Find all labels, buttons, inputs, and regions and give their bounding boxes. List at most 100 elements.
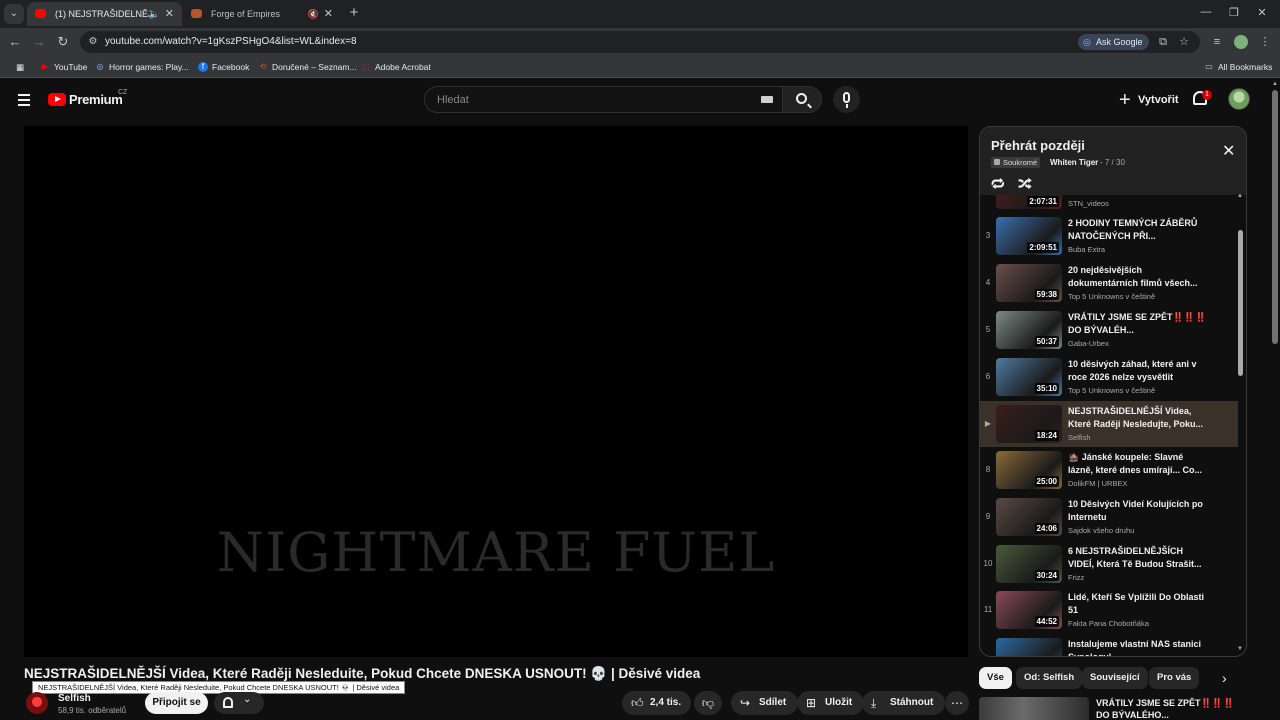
create-button[interactable]: + Vytvořit: [1116, 87, 1179, 113]
playlist-item[interactable]: 9 24:06 10 Děsivých Videí Kolujících po In…: [980, 494, 1238, 540]
apps-grid-icon[interactable]: ▦: [6, 56, 24, 78]
playlist-item-thumbnail[interactable]: 24:06: [996, 498, 1062, 536]
chip-all[interactable]: Vše: [979, 667, 1012, 689]
account-avatar[interactable]: [1228, 88, 1250, 110]
playlist-item[interactable]: 3 2:09:51 2 HODINY TEMNÝCH ZÁBĚRŮ NATOČENÝ…: [980, 213, 1238, 259]
playlist-item-title[interactable]: 2 HODINY TEMNÝCH ZÁBĚRŮ NATOČENÝCH PŘI..…: [1068, 217, 1210, 243]
tab-youtube[interactable]: (1) NEJSTRAŠIDELNĚJŠÍ Videa, Které Raděj…: [27, 2, 182, 26]
video-player[interactable]: NIGHTMARE FUEL: [24, 126, 968, 657]
playlist-item-thumbnail[interactable]: [996, 638, 1062, 656]
save-button[interactable]: ⊞ Uložit: [797, 691, 865, 715]
playlist-item-thumbnail[interactable]: 44:52: [996, 591, 1062, 629]
youtube-logo-icon[interactable]: [48, 93, 66, 106]
guide-menu-icon[interactable]: [18, 94, 30, 106]
recommended-title[interactable]: VRÁTILY JSME SE ZPĚT‼️‼️‼️ DO BÝVALÉHO..…: [1096, 697, 1236, 720]
playlist-item[interactable]: 6 35:10 10 děsivých záhad, které ani v roc…: [980, 354, 1238, 400]
playlist-item[interactable]: 8 25:00 🏚️ Jánské koupele: Slavné lázně, k…: [980, 447, 1238, 493]
playlist-scrollbar-thumb[interactable]: [1238, 230, 1243, 376]
scroll-up-arrow-icon[interactable]: ▲: [1272, 81, 1278, 87]
playlist-title[interactable]: Přehrát později: [991, 138, 1085, 153]
bookmark-youtube[interactable]: ▶ YouTube: [40, 56, 87, 78]
youtube-brand[interactable]: Premium: [69, 92, 123, 107]
chip-for-you[interactable]: Pro vás: [1149, 667, 1200, 689]
playlist-item-title[interactable]: 6 NEJSTRAŠIDELNĚJŠÍCH VIDEÍ, Která Tě Bu…: [1068, 545, 1210, 571]
close-tab-icon[interactable]: ✕: [324, 2, 333, 26]
download-button[interactable]: ⤓ Stáhnout: [862, 691, 946, 715]
playlist-owner[interactable]: Whiten Tiger: [1050, 157, 1098, 168]
speaker-icon[interactable]: 🔈: [149, 2, 160, 26]
loop-icon[interactable]: 🔁︎: [991, 173, 1005, 194]
playlist-item-title[interactable]: 10 Děsivých Videí Kolujících po Internet…: [1068, 498, 1210, 524]
restore-icon[interactable]: ❐: [1226, 6, 1242, 19]
subscription-notification-button[interactable]: ⌄: [214, 692, 264, 714]
playlist-item-title[interactable]: 10 děsivých záhad, které ani v roce 2026…: [1068, 358, 1210, 384]
chip-related[interactable]: Související: [1082, 667, 1148, 689]
bookmark-facebook[interactable]: f Facebook: [198, 56, 249, 78]
recommended-video[interactable]: VRÁTILY JSME SE ZPĚT‼️‼️‼️ DO BÝVALÉHO..…: [979, 697, 1247, 720]
playlist-item-title[interactable]: 🏚️ Jánské koupele: Slavné lázně, které d…: [1068, 451, 1210, 477]
share-button[interactable]: ↪ Sdílet: [731, 691, 799, 715]
playlist-item[interactable]: 10 30:24 6 NEJSTRAŠIDELNĚJŠÍCH VIDEÍ, Kter…: [980, 541, 1238, 587]
join-button[interactable]: Připojit se: [145, 692, 208, 714]
playlist-item-title[interactable]: VRÁTILY JSME SE ZPĚT‼️‼️‼️ DO BÝVALÉH...: [1068, 311, 1210, 337]
close-tab-icon[interactable]: ✕: [165, 2, 174, 26]
address-bar[interactable]: ⚙ youtube.com/watch?v=1gKszPSHgO4&list=W…: [80, 31, 1200, 53]
forward-icon[interactable]: →: [31, 34, 47, 50]
site-info-icon[interactable]: ⚙: [86, 35, 100, 49]
tab-media-icon[interactable]: ≡: [1210, 35, 1224, 49]
playlist-item[interactable]: ▶ 18:24 NEJSTRAŠIDELNĚJŠÍ Videa, Které Rad…: [980, 401, 1238, 447]
all-bookmarks[interactable]: ▭ All Bookmarks: [1204, 56, 1272, 78]
playlist-item-thumbnail[interactable]: 59:38: [996, 264, 1062, 302]
playlist-item-thumbnail[interactable]: 2:09:51: [996, 217, 1062, 255]
page-scrollbar[interactable]: ▲: [1270, 78, 1280, 720]
scroll-up-arrow-icon[interactable]: ▲: [1237, 193, 1243, 199]
search-input[interactable]: [437, 87, 757, 112]
tab-forge-of-empires[interactable]: Forge of Empires 🔇 ✕: [183, 2, 341, 26]
reload-icon[interactable]: ↻: [55, 34, 71, 50]
like-button[interactable]: 👍︎ 2,4 tis.: [622, 691, 691, 715]
playlist-item-thumbnail[interactable]: 35:10: [996, 358, 1062, 396]
install-app-icon[interactable]: ⧉: [1156, 35, 1170, 49]
muted-speaker-icon[interactable]: 🔇: [308, 2, 319, 26]
playlist-item-title[interactable]: Instalujeme vlastní NAS stanici Synology…: [1068, 638, 1210, 656]
browser-menu-icon[interactable]: ⋮: [1258, 35, 1272, 49]
playlist-item[interactable]: 2:07:31 STN_videos: [980, 195, 1238, 213]
playlist-item[interactable]: 11 44:52 Lidé, Kteří Se Vplížili Do Oblast…: [980, 587, 1238, 633]
playlist-item-thumbnail[interactable]: 2:07:31: [996, 195, 1062, 209]
chevron-right-icon[interactable]: ›: [1222, 670, 1227, 686]
close-playlist-icon[interactable]: ✕: [1222, 141, 1235, 161]
chip-from-channel[interactable]: Od: Selfish: [1016, 667, 1083, 689]
voice-search-button[interactable]: [833, 86, 860, 113]
playlist-item[interactable]: 5 50:37 VRÁTILY JSME SE ZPĚT‼️‼️‼️ DO BÝVA…: [980, 307, 1238, 353]
page-scrollbar-thumb[interactable]: [1272, 90, 1278, 344]
channel-avatar[interactable]: [26, 692, 48, 714]
channel-name[interactable]: Selfish: [58, 693, 91, 704]
scroll-down-arrow-icon[interactable]: ▼: [1237, 646, 1243, 652]
more-actions-button[interactable]: ⋯: [945, 691, 969, 715]
playlist-item-title[interactable]: NEJSTRAŠIDELNĚJŠÍ Videa, Které Raději Ne…: [1068, 405, 1210, 431]
minimize-icon[interactable]: —: [1198, 6, 1214, 18]
ask-google-button[interactable]: ◎ Ask Google: [1078, 34, 1149, 50]
playlist-item-thumbnail[interactable]: 50:37: [996, 311, 1062, 349]
back-icon[interactable]: ←: [7, 34, 23, 50]
window-close-icon[interactable]: ✕: [1254, 6, 1270, 19]
bookmark-star-icon[interactable]: ☆: [1177, 35, 1191, 49]
playlist-item[interactable]: Instalujeme vlastní NAS stanici Synology…: [980, 634, 1238, 656]
playlist-scrollbar[interactable]: ▲ ▼: [1237, 193, 1245, 656]
playlist-item-thumbnail[interactable]: 30:24: [996, 545, 1062, 583]
url-text[interactable]: youtube.com/watch?v=1gKszPSHgO4&list=WL&…: [105, 31, 357, 53]
playlist-item-title[interactable]: Lidé, Kteří Se Vplížili Do Oblasti 51: [1068, 591, 1210, 617]
playlist-item[interactable]: 4 59:38 20 nejděsivějších dokumentárních f…: [980, 260, 1238, 306]
dislike-button[interactable]: 👎︎: [694, 691, 722, 715]
playlist-item-title[interactable]: 20 nejděsivějších dokumentárních filmů v…: [1068, 264, 1210, 290]
keyboard-icon[interactable]: [761, 96, 773, 103]
search-button[interactable]: [782, 86, 822, 113]
shuffle-icon[interactable]: 🔀︎: [1018, 173, 1032, 194]
bookmark-acrobat[interactable]: ⬚ Adobe Acrobat: [361, 56, 431, 78]
playlist-item-thumbnail[interactable]: 18:24: [996, 405, 1062, 443]
playlist-item-thumbnail[interactable]: 25:00: [996, 451, 1062, 489]
bookmark-seznam[interactable]: ⟲ Doručené – Seznam...: [258, 56, 357, 78]
browser-profile-avatar[interactable]: [1234, 35, 1248, 49]
recommended-thumbnail[interactable]: [979, 697, 1089, 720]
bookmark-horror-games[interactable]: ◎ Horror games: Play...: [95, 56, 189, 78]
